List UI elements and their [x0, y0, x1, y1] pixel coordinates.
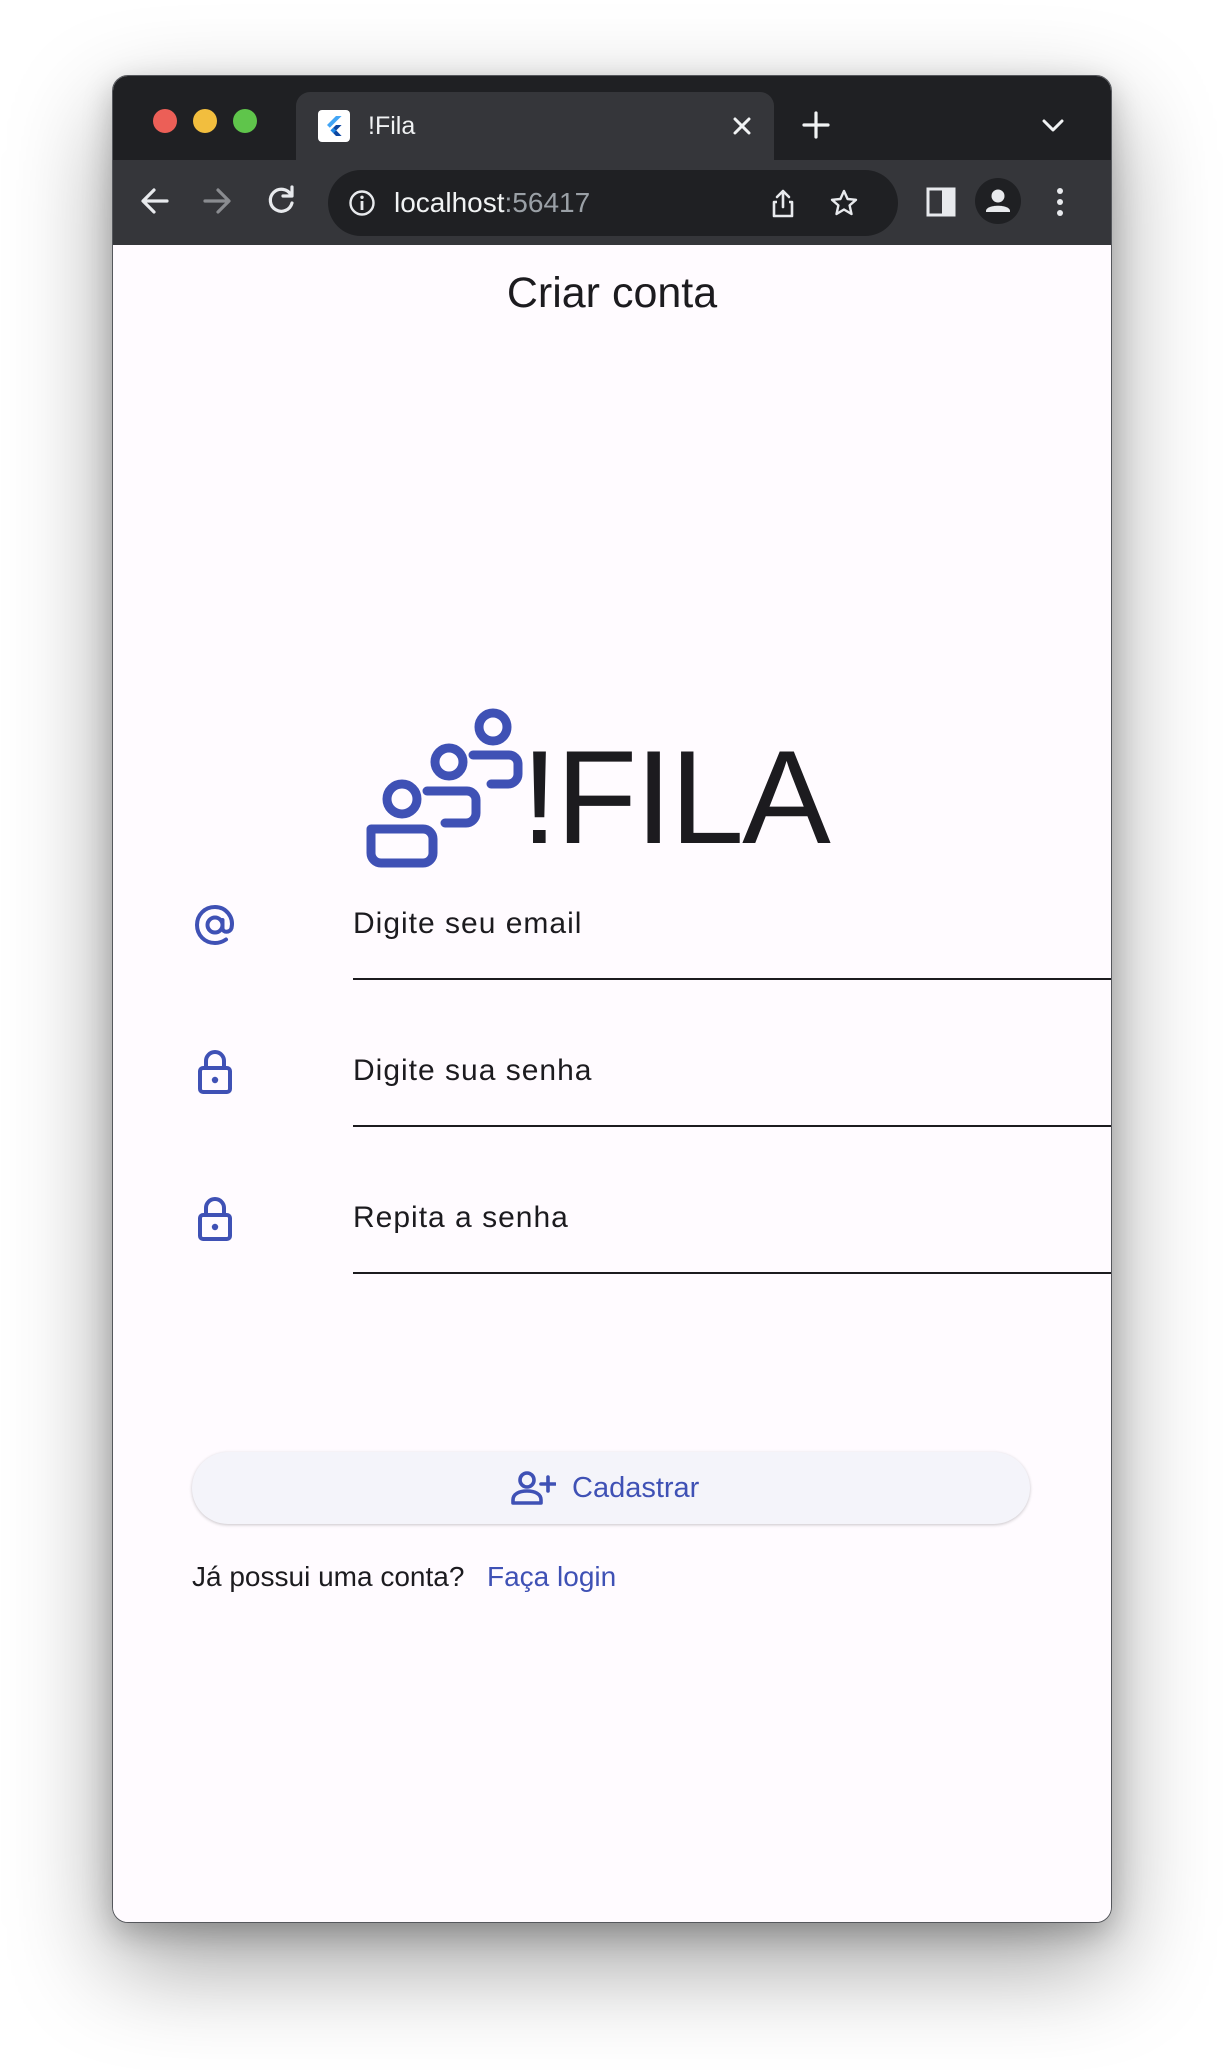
forward-arrow-icon[interactable]	[197, 181, 237, 221]
email-input[interactable]	[353, 889, 1111, 959]
password-input[interactable]	[353, 1036, 1111, 1106]
lock-icon	[193, 1048, 237, 1096]
at-sign-icon	[193, 901, 237, 949]
url-text: localhost:56417	[394, 186, 590, 220]
side-panel-icon[interactable]	[925, 186, 957, 218]
login-prompt-text: Já possui uma conta?	[192, 1561, 465, 1592]
repeat-password-field[interactable]	[193, 1159, 1111, 1279]
site-info-icon[interactable]	[348, 189, 376, 217]
browser-toolbar: localhost:56417	[113, 160, 1111, 245]
lock-icon	[193, 1195, 237, 1243]
address-bar[interactable]: localhost:56417	[328, 170, 898, 236]
browser-tab[interactable]: !Fila	[296, 92, 774, 160]
email-field[interactable]	[193, 865, 1111, 985]
tab-strip: !Fila	[113, 76, 1111, 160]
login-link[interactable]: Faça login	[487, 1559, 616, 1595]
chevron-down-icon[interactable]	[1040, 116, 1066, 136]
register-button[interactable]: Cadastrar	[192, 1452, 1030, 1524]
register-button-label: Cadastrar	[572, 1472, 700, 1504]
queue-people-logo-icon	[366, 708, 523, 868]
app-logo: !FILA	[363, 707, 873, 882]
logo-wordmark: !FILA	[521, 724, 831, 872]
password-underline	[353, 1125, 1111, 1127]
person-add-icon	[510, 1470, 557, 1506]
minimize-window-button[interactable]	[193, 109, 217, 133]
bookmark-star-icon[interactable]	[829, 188, 859, 218]
repeat-password-underline	[353, 1272, 1111, 1274]
repeat-password-input[interactable]	[353, 1183, 1111, 1253]
url-port: :56417	[504, 187, 591, 218]
maximize-window-button[interactable]	[233, 109, 257, 133]
close-window-button[interactable]	[153, 109, 177, 133]
close-tab-icon[interactable]	[728, 112, 756, 140]
tab-title: !Fila	[368, 112, 416, 140]
email-underline	[353, 978, 1111, 980]
password-field[interactable]	[193, 1012, 1111, 1132]
share-icon[interactable]	[768, 187, 798, 219]
new-tab-plus-icon[interactable]	[801, 110, 831, 140]
page-content: Criar conta !FILA Digite seu email Cadas…	[113, 245, 1111, 1922]
url-host: localhost	[394, 187, 505, 218]
page-title: Criar conta	[506, 269, 718, 317]
login-prompt: Já possui uma conta? Faça login	[192, 1559, 616, 1595]
browser-window: !Fila localhost:56417 Criar conta !FILA …	[112, 75, 1112, 1923]
more-options-icon[interactable]	[1053, 184, 1067, 220]
reload-icon[interactable]	[261, 181, 301, 221]
flutter-favicon-icon	[318, 110, 350, 142]
back-arrow-icon[interactable]	[135, 181, 175, 221]
profile-avatar-icon[interactable]	[975, 178, 1021, 224]
